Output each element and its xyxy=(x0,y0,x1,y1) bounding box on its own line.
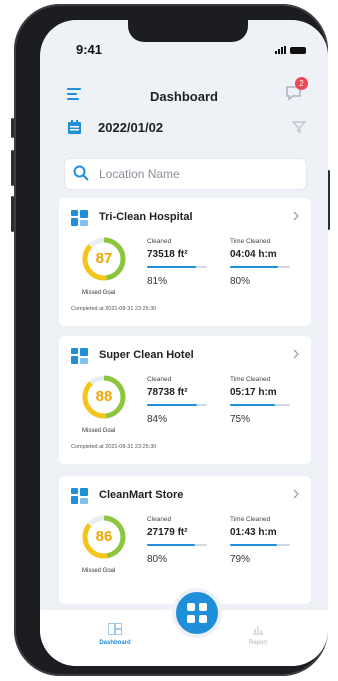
cleaned-progress xyxy=(147,544,207,546)
tab-dashboard[interactable]: Dashboard xyxy=(92,622,138,646)
cleaned-percent: 81% xyxy=(147,276,168,287)
app-screen: 9:41 Dashboard 2 2022/01/02 Location Nam… xyxy=(40,20,328,666)
location-name: Tri-Clean Hospital xyxy=(99,211,193,223)
location-name: Super Clean Hotel xyxy=(99,349,194,361)
bottom-tab-bar: Dashboard Report xyxy=(40,588,328,666)
location-logo-icon xyxy=(71,348,88,364)
time-percent: 80% xyxy=(230,276,251,287)
chevron-right-icon[interactable] xyxy=(291,488,301,500)
apps-button[interactable] xyxy=(172,588,222,638)
signal-icon xyxy=(275,46,286,54)
location-card[interactable]: Tri-Clean Hospital 87 Missed Goal Cleane… xyxy=(59,198,311,326)
location-logo-icon xyxy=(71,210,88,226)
time-cleaned-label: Time Cleaned xyxy=(230,376,271,383)
location-card[interactable]: CleanMart Store 86 Missed Goal Cleaned 2… xyxy=(59,476,311,604)
score-value: 86 xyxy=(95,528,113,545)
chevron-right-icon[interactable] xyxy=(291,348,301,360)
time-cleaned: 01:43 h:m xyxy=(230,527,277,538)
location-name: CleanMart Store xyxy=(99,489,184,501)
missed-goal-label: Missed Goal xyxy=(82,568,116,574)
cleaned-label: Cleaned xyxy=(147,238,172,245)
time-percent: 79% xyxy=(230,554,251,565)
missed-goal-label: Missed Goal xyxy=(82,290,116,296)
time-cleaned-label: Time Cleaned xyxy=(230,516,271,523)
time-progress xyxy=(230,544,290,546)
time-cleaned-label: Time Cleaned xyxy=(230,238,271,245)
grid-icon xyxy=(187,603,207,623)
cleaned-label: Cleaned xyxy=(147,516,172,523)
time-cleaned: 05:17 h:m xyxy=(230,387,277,398)
dashboard-icon xyxy=(108,623,122,635)
cleaned-area: 73518 ft² xyxy=(147,249,188,260)
search-placeholder: Location Name xyxy=(99,167,180,181)
status-icons xyxy=(275,46,306,54)
cleaned-percent: 84% xyxy=(147,414,168,425)
battery-icon xyxy=(290,47,306,54)
tab-report-label: Report xyxy=(248,640,267,646)
phone-frame: 9:41 Dashboard 2 2022/01/02 Location Nam… xyxy=(14,4,328,676)
cleaned-label: Cleaned xyxy=(147,376,172,383)
notification-badge: 2 xyxy=(295,77,308,90)
time-progress xyxy=(230,266,290,268)
notification-button[interactable]: 2 xyxy=(284,77,308,103)
cleaned-area: 27179 ft² xyxy=(147,527,188,538)
time-progress xyxy=(230,404,290,406)
score-ring: 87 xyxy=(81,236,127,282)
tab-report[interactable]: Report xyxy=(238,622,278,646)
date-bar: 2022/01/02 xyxy=(40,116,328,140)
selected-date[interactable]: 2022/01/02 xyxy=(98,120,163,135)
score-ring: 86 xyxy=(81,514,127,560)
search-icon xyxy=(73,165,89,181)
notch xyxy=(128,20,248,42)
time-cleaned: 04:04 h:m xyxy=(230,249,277,260)
score-ring: 88 xyxy=(81,374,127,420)
missed-goal-label: Missed Goal xyxy=(82,428,116,434)
score-value: 87 xyxy=(95,250,113,267)
filter-icon[interactable] xyxy=(292,120,306,134)
completed-at: Completed at 2021-08-31 23:25:30 xyxy=(71,444,157,450)
cleaned-area: 78738 ft² xyxy=(147,387,188,398)
report-icon xyxy=(253,626,263,635)
top-bar: Dashboard 2 xyxy=(40,77,328,108)
cleaned-percent: 80% xyxy=(147,554,168,565)
location-logo-icon xyxy=(71,488,88,504)
completed-at: Completed at 2021-08-31 23:25:30 xyxy=(71,306,157,312)
tab-dashboard-label: Dashboard xyxy=(99,640,131,646)
cleaned-progress xyxy=(147,266,207,268)
status-time: 9:41 xyxy=(76,42,103,57)
chevron-right-icon[interactable] xyxy=(291,210,301,222)
time-percent: 75% xyxy=(230,414,251,425)
location-card[interactable]: Super Clean Hotel 88 Missed Goal Cleaned… xyxy=(59,336,311,464)
cleaned-progress xyxy=(147,404,207,406)
score-value: 88 xyxy=(95,388,113,405)
calendar-icon[interactable] xyxy=(68,120,81,134)
search-input[interactable]: Location Name xyxy=(64,158,307,190)
